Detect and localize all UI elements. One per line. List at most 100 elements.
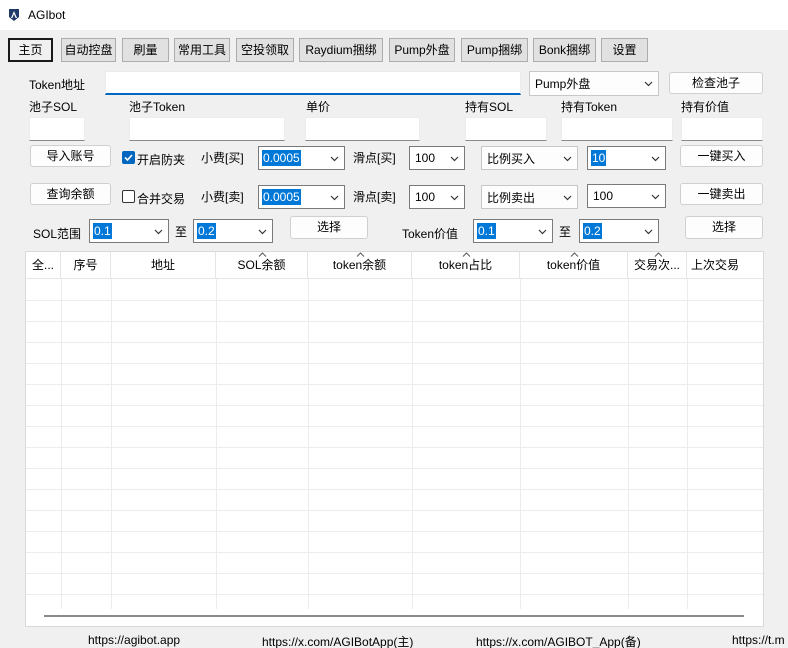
query-balance-button[interactable]: 查询余额 bbox=[30, 183, 111, 205]
pool-token-label: 池子Token bbox=[129, 100, 186, 114]
buy-mode-select[interactable]: 比例买入 bbox=[481, 146, 578, 170]
status-link-website[interactable]: https://agibot.app bbox=[88, 633, 180, 647]
anti-sandwich-checkbox[interactable] bbox=[122, 151, 135, 164]
tip-sell-label: 小费[卖] bbox=[201, 190, 244, 204]
chevron-down-icon bbox=[330, 156, 339, 162]
chevron-down-icon bbox=[651, 194, 660, 200]
tip-sell-value: 0.0005 bbox=[262, 189, 301, 205]
tab-home[interactable]: 主页 bbox=[8, 38, 53, 62]
tab-pump-external[interactable]: Pump外盘 bbox=[389, 38, 455, 62]
token-value-label: Token价值 bbox=[402, 227, 459, 241]
tip-sell-select[interactable]: 0.0005 bbox=[258, 185, 345, 209]
table-column-divider bbox=[61, 279, 62, 609]
tab-settings[interactable]: 设置 bbox=[601, 38, 648, 62]
chevron-down-icon bbox=[258, 229, 267, 235]
slippage-buy-value: 100 bbox=[415, 151, 436, 165]
sol-range-min-select[interactable]: 0.1 bbox=[89, 219, 169, 243]
slippage-buy-select[interactable]: 100 bbox=[409, 146, 465, 170]
check-pool-button[interactable]: 检查池子 bbox=[669, 72, 763, 94]
merge-trade-checkbox[interactable] bbox=[122, 190, 135, 203]
select-sol-range-button[interactable]: 选择 bbox=[290, 216, 368, 239]
table-row-divider bbox=[26, 426, 763, 427]
token-address-label: Token地址 bbox=[29, 78, 86, 92]
table-row-divider bbox=[26, 447, 763, 448]
chevron-down-icon bbox=[450, 195, 459, 201]
tab-raydium-bundle[interactable]: Raydium捆绑 bbox=[299, 38, 383, 62]
sol-range-max-select[interactable]: 0.2 bbox=[193, 219, 273, 243]
tab-tools[interactable]: 常用工具 bbox=[174, 38, 230, 62]
window-title: AGIbot bbox=[28, 8, 66, 22]
sol-range-min-value: 0.1 bbox=[93, 223, 112, 239]
sol-range-label: SOL范围 bbox=[33, 227, 82, 241]
table-row-divider bbox=[26, 468, 763, 469]
tab-auto-control[interactable]: 自动控盘 bbox=[61, 38, 116, 62]
token-value-min-select[interactable]: 0.1 bbox=[473, 219, 553, 243]
status-link-x-backup[interactable]: https://x.com/AGIBOT_App(备) bbox=[476, 633, 641, 648]
buy-ratio-select[interactable]: 10 bbox=[587, 146, 666, 170]
table-row-divider bbox=[26, 300, 763, 301]
select-token-value-button[interactable]: 选择 bbox=[685, 216, 763, 239]
table-row-divider bbox=[26, 489, 763, 490]
tab-volume[interactable]: 刷量 bbox=[122, 38, 169, 62]
table-column-divider bbox=[520, 279, 521, 609]
horizontal-scrollbar[interactable] bbox=[44, 615, 744, 617]
unit-price-field bbox=[305, 117, 420, 141]
sell-ratio-select[interactable]: 100 bbox=[587, 184, 666, 208]
table-row-divider bbox=[26, 594, 763, 595]
tab-airdrop[interactable]: 空投领取 bbox=[236, 38, 294, 62]
table-row-divider bbox=[26, 405, 763, 406]
holding-value-label: 持有价值 bbox=[681, 100, 730, 114]
chevron-down-icon bbox=[330, 195, 339, 201]
accounts-table[interactable]: 全... 序号 地址 SOL余额 token余额 token占比 token价值… bbox=[25, 251, 764, 627]
slippage-buy-label: 滑点[买] bbox=[353, 151, 396, 165]
buy-ratio-value: 10 bbox=[591, 150, 607, 166]
table-row-divider bbox=[26, 384, 763, 385]
tab-pump-bundle[interactable]: Pump捆绑 bbox=[461, 38, 528, 62]
table-row-divider bbox=[26, 510, 763, 511]
status-bar: https://agibot.app https://x.com/AGIBotA… bbox=[0, 628, 788, 648]
token-address-input[interactable] bbox=[105, 71, 521, 95]
holding-token-label: 持有Token bbox=[561, 100, 618, 114]
sell-mode-select[interactable]: 比例卖出 bbox=[481, 185, 578, 209]
tip-buy-label: 小费[买] bbox=[201, 151, 244, 165]
chevron-down-icon bbox=[563, 195, 572, 201]
token-value-max-select[interactable]: 0.2 bbox=[579, 219, 659, 243]
slippage-sell-label: 滑点[卖] bbox=[353, 190, 396, 204]
slippage-sell-select[interactable]: 100 bbox=[409, 185, 465, 209]
pool-type-select[interactable]: Pump外盘 bbox=[529, 71, 659, 96]
unit-price-label: 单价 bbox=[306, 100, 331, 114]
table-column-divider bbox=[216, 279, 217, 609]
buy-mode-value: 比例买入 bbox=[487, 152, 536, 166]
pool-sol-label: 池子SOL bbox=[29, 100, 78, 114]
chevron-down-icon bbox=[644, 81, 653, 87]
status-link-telegram[interactable]: https://t.m bbox=[732, 633, 785, 647]
holding-token-field bbox=[561, 117, 673, 141]
sell-ratio-value: 100 bbox=[593, 189, 614, 203]
sell-mode-value: 比例卖出 bbox=[487, 191, 536, 205]
table-row-divider bbox=[26, 342, 763, 343]
table-column-divider bbox=[687, 279, 688, 609]
chevron-down-icon bbox=[651, 156, 660, 162]
tip-buy-select[interactable]: 0.0005 bbox=[258, 146, 345, 170]
chevron-down-icon bbox=[538, 229, 547, 235]
one-click-buy-button[interactable]: 一键买入 bbox=[680, 145, 763, 167]
checkmark-icon bbox=[124, 154, 133, 162]
chevron-down-icon bbox=[563, 156, 572, 162]
merge-trade-label: 合并交易 bbox=[137, 192, 186, 206]
app-logo-icon bbox=[9, 9, 19, 21]
table-row-divider bbox=[26, 573, 763, 574]
status-link-x-main[interactable]: https://x.com/AGIBotApp(主) bbox=[262, 633, 413, 648]
one-click-sell-button[interactable]: 一键卖出 bbox=[680, 183, 763, 205]
slippage-sell-value: 100 bbox=[415, 190, 436, 204]
import-accounts-button[interactable]: 导入账号 bbox=[30, 145, 111, 167]
chevron-down-icon bbox=[450, 156, 459, 162]
table-column-divider bbox=[412, 279, 413, 609]
holding-sol-field bbox=[465, 117, 547, 141]
holding-value-field bbox=[681, 117, 763, 141]
table-column-divider bbox=[308, 279, 309, 609]
tab-bonk-bundle[interactable]: Bonk捆绑 bbox=[533, 38, 596, 62]
token-value-to-label: 至 bbox=[559, 225, 572, 239]
tip-buy-value: 0.0005 bbox=[262, 150, 301, 166]
table-column-divider bbox=[111, 279, 112, 609]
anti-sandwich-label: 开启防夹 bbox=[137, 153, 186, 167]
